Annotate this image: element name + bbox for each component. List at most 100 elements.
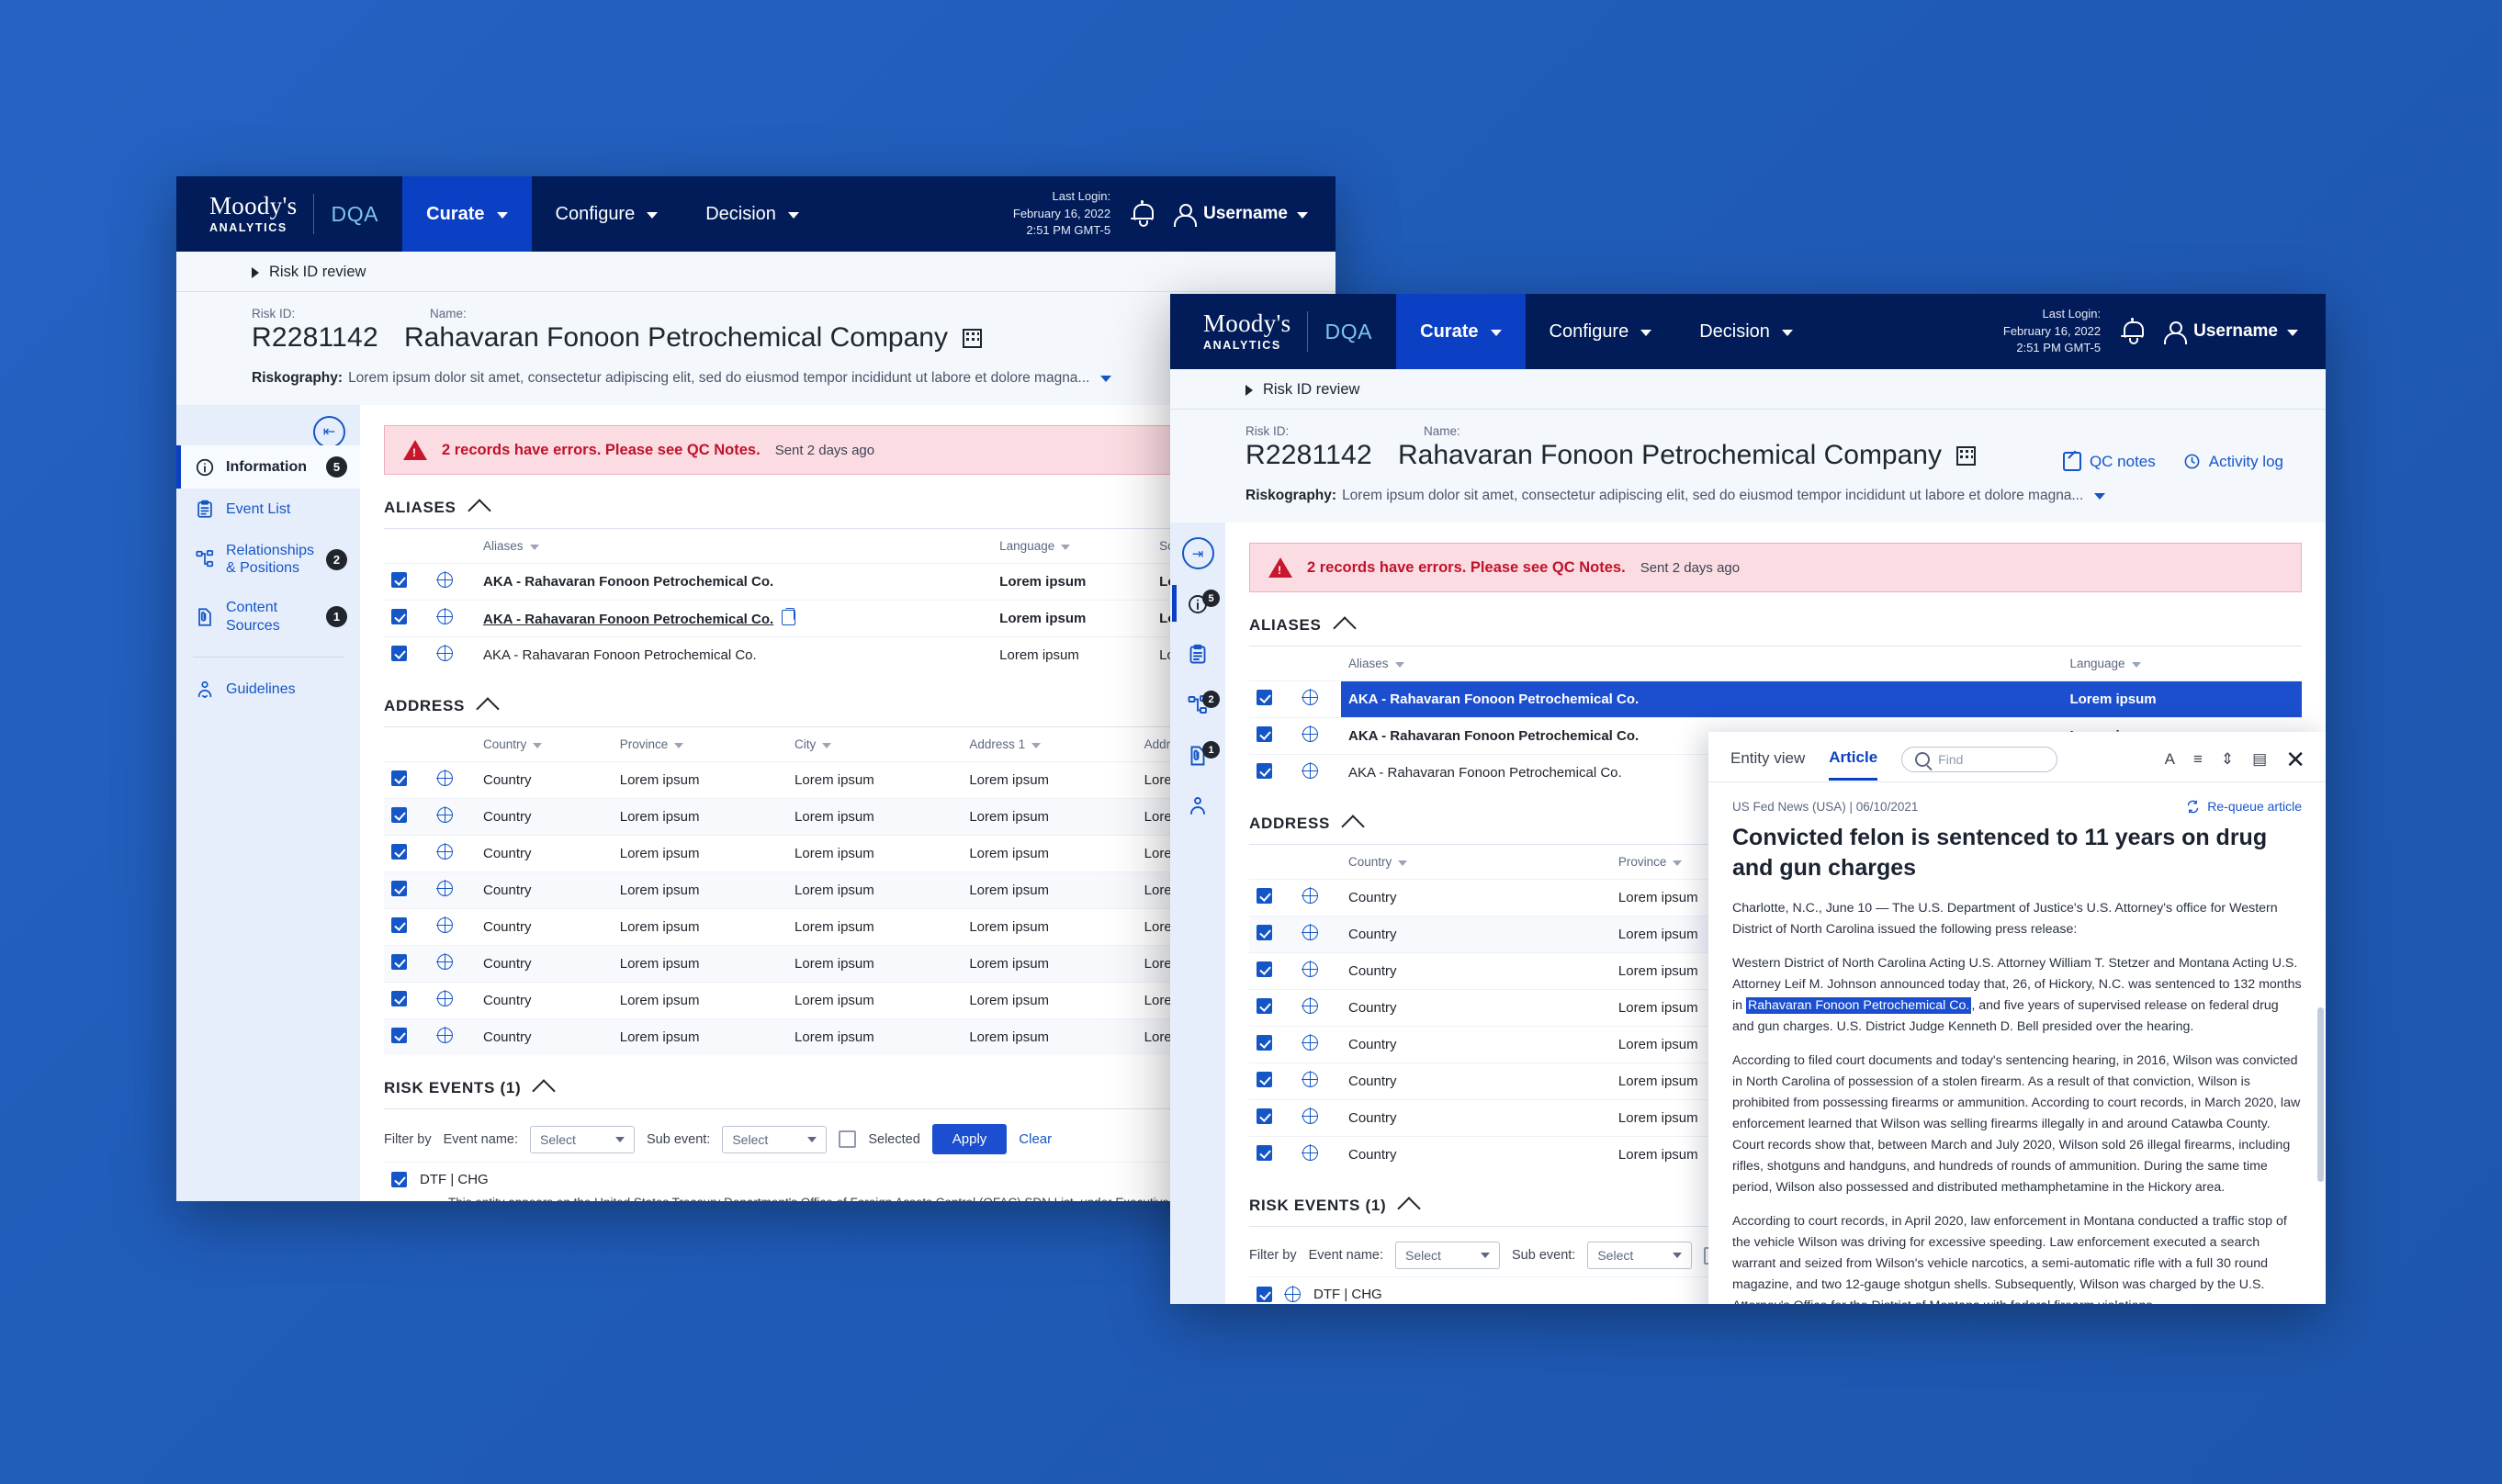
column-header[interactable]: Language [992,529,1152,564]
row-checkbox[interactable] [1257,726,1272,742]
nav-item-decision[interactable]: Decision [682,176,823,252]
row-checkbox[interactable] [391,1028,407,1043]
nav-item-curate[interactable]: Curate [402,176,532,252]
column-header[interactable]: City [787,727,962,762]
guidelines-icon [1190,797,1205,815]
sidebar-item-event-list[interactable]: Event List [176,489,360,531]
column-header[interactable]: Language [2062,646,2302,681]
table-row[interactable]: AKA - Rahavaran Fonoon Petrochemical Co.… [1249,680,2302,718]
sidebar-item-content-sources[interactable]: Content Sources 1 [176,588,360,645]
brand-logo[interactable]: Moody's ANALYTICS DQA [1170,294,1396,369]
column-header[interactable]: Country [1341,845,1611,880]
line-height-icon[interactable]: ⇕ [2221,750,2234,769]
column-header[interactable]: Province [613,727,787,762]
collapse-sidebar-button[interactable]: ⇤ [313,416,345,448]
layout-icon[interactable]: ▤ [2252,750,2267,769]
row-checkbox[interactable] [1257,1072,1272,1087]
breadcrumb[interactable]: Risk ID review [1170,369,2326,409]
foreground-window[interactable]: Moody's ANALYTICS DQA Curate Configure D… [1170,294,2326,1304]
close-icon[interactable]: ✕ [2285,748,2305,771]
alias-value[interactable]: AKA - Rahavaran Fonoon Petrochemical Co. [483,612,773,627]
qc-notes-button[interactable]: QC notes [2062,452,2156,471]
highlighted-entity[interactable]: Rahavaran Fonoon Petrochemical Co. [1745,997,1972,1014]
chevron-up-icon[interactable] [476,697,500,721]
sub-event-select[interactable]: Select [722,1125,828,1153]
nav-item-configure[interactable]: Configure [532,176,682,252]
nav-item-curate[interactable]: Curate [1396,294,1526,369]
column-header[interactable]: Address 1 [962,727,1136,762]
row-checkbox[interactable] [1257,1145,1272,1161]
chevron-up-icon[interactable] [1397,1197,1422,1220]
row-checkbox[interactable] [1257,998,1272,1014]
row-checkbox[interactable] [391,646,407,661]
row-checkbox[interactable] [391,917,407,933]
sub-event-select[interactable]: Select [1587,1242,1693,1269]
city-value: Lorem ipsum [787,945,963,983]
row-checkbox[interactable] [391,572,407,588]
notification-bell-icon[interactable] [2121,318,2145,344]
chevron-up-icon[interactable] [1332,616,1357,640]
row-checkbox[interactable] [1257,763,1272,779]
row-checkbox[interactable] [391,770,407,786]
row-checkbox[interactable] [391,609,407,624]
nav-item-configure[interactable]: Configure [1526,294,1676,369]
background-window[interactable]: Moody's ANALYTICS DQA Curate Configure D… [176,176,1336,1201]
window-body: ⇤ Information 5 Event List Relationships… [176,405,1336,1201]
chevron-up-icon[interactable] [1341,815,1365,838]
chevron-up-icon[interactable] [532,1079,557,1103]
selected-checkbox[interactable] [839,1130,857,1148]
column-header[interactable]: Country [476,727,613,762]
row-checkbox[interactable] [391,991,407,1006]
row-checkbox[interactable] [1257,690,1272,705]
activity-log-button[interactable]: Activity log [2183,453,2283,471]
apply-button[interactable]: Apply [931,1124,1008,1154]
sort-icon [1398,860,1408,866]
user-menu[interactable]: Username [1173,203,1308,227]
aliases-section-header[interactable]: ALIASES [1249,614,2302,646]
row-checkbox[interactable] [391,807,407,823]
chevron-down-icon [1481,1253,1490,1258]
riskography[interactable]: Riskography: Lorem ipsum dolor sit amet,… [252,370,1293,387]
riskography[interactable]: Riskography: Lorem ipsum dolor sit amet,… [1245,488,2283,504]
row-checkbox[interactable] [1257,925,1272,940]
event-name-select[interactable]: Select [1395,1242,1500,1269]
rail-item-guidelines[interactable] [1187,795,1209,822]
rail-item-relationships-positions[interactable]: 2 [1187,691,1220,721]
rail-item-information[interactable]: 5 [1172,585,1220,622]
requeue-article-button[interactable]: Re-queue article [2186,799,2302,814]
row-checkbox[interactable] [391,844,407,860]
user-menu[interactable]: Username [2163,320,2298,344]
aliases-title: ALIASES [384,499,456,516]
breadcrumb[interactable]: Risk ID review [176,252,1336,291]
text-align-icon[interactable]: ≡ [2193,750,2203,769]
find-input[interactable]: Find [1901,747,2058,772]
row-checkbox[interactable] [391,1172,407,1187]
brand-logo[interactable]: Moody's ANALYTICS DQA [176,176,402,252]
row-checkbox[interactable] [391,954,407,970]
column-header[interactable]: Aliases [476,529,992,564]
sidebar-item-relationships-positions[interactable]: Relationships & Positions 2 [176,531,360,588]
article-scrollbar[interactable] [2317,1007,2324,1182]
sidebar-item-information[interactable]: Information 5 [176,445,360,489]
tab-entity-view[interactable]: Entity view [1730,749,1805,779]
column-header[interactable]: Aliases [1341,646,2062,681]
copy-icon[interactable] [782,607,796,625]
row-checkbox[interactable] [1257,1287,1272,1302]
rail-item-content-sources[interactable]: 1 [1187,741,1220,771]
clear-button[interactable]: Clear [1019,1131,1052,1147]
font-size-icon[interactable]: A [2165,750,2175,769]
row-checkbox[interactable] [1257,888,1272,904]
row-checkbox[interactable] [391,881,407,896]
sort-icon [533,743,543,748]
tab-article[interactable]: Article [1829,748,1878,781]
sidebar-item-guidelines[interactable]: Guidelines [176,669,360,711]
notification-bell-icon[interactable] [1131,200,1155,227]
rail-item-event-list[interactable] [1187,644,1209,670]
row-checkbox[interactable] [1257,1108,1272,1124]
nav-item-decision[interactable]: Decision [1675,294,1817,369]
row-checkbox[interactable] [1257,1035,1272,1051]
chevron-up-icon[interactable] [467,499,491,523]
expand-sidebar-button[interactable]: ⇥ [1181,537,1214,569]
row-checkbox[interactable] [1257,961,1272,977]
event-name-select[interactable]: Select [530,1125,635,1153]
